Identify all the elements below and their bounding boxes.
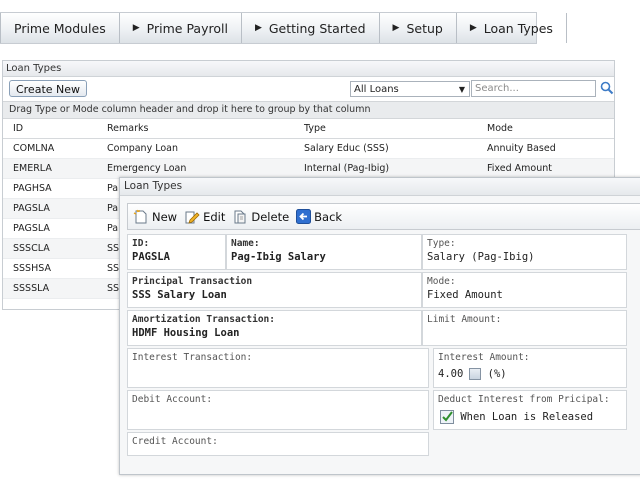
- interest-amount-field: Interest Amount: 4.00 (%): [433, 348, 627, 388]
- nav-label: Prime Payroll: [146, 20, 228, 36]
- cell-id: COMLNA: [3, 138, 97, 159]
- mode-value: Fixed Amount: [427, 289, 503, 301]
- cell-id: SSSHSA: [3, 258, 97, 279]
- list-window-title: Loan Types: [3, 61, 614, 77]
- back-label: Back: [314, 209, 343, 224]
- interest-transaction-label: Interest Transaction:: [132, 352, 253, 363]
- detail-window-title: Loan Types: [120, 178, 640, 196]
- type-value: Salary (Pag-Ibig): [427, 251, 535, 263]
- principal-transaction-field: Principal Transaction SSS Salary Loan: [127, 272, 422, 308]
- credit-account-label: Credit Account:: [132, 436, 218, 447]
- edit-icon: [185, 211, 200, 224]
- amortization-label: Amortization Transaction:: [132, 314, 275, 325]
- back-arrow-icon: [296, 209, 312, 224]
- edit-label: Edit: [203, 209, 226, 224]
- cell-id: EMERLA: [3, 158, 97, 179]
- column-header-remarks[interactable]: Remarks: [97, 119, 294, 139]
- mode-label: Mode:: [427, 276, 456, 287]
- amortization-value: HDMF Housing Loan: [132, 327, 240, 339]
- id-value: PAGSLA: [132, 251, 170, 263]
- percent-label: (%): [487, 368, 507, 380]
- delete-label: Delete: [251, 209, 290, 224]
- column-header-id[interactable]: ID: [3, 119, 97, 139]
- arrow-right-icon: ▶: [254, 23, 262, 33]
- interest-amount-value: 4.00: [438, 368, 464, 380]
- search-icon[interactable]: [600, 81, 614, 95]
- deduct-interest-row: When Loan is Released: [438, 410, 626, 424]
- column-header-type[interactable]: Type: [294, 119, 477, 139]
- column-header-mode[interactable]: Mode: [477, 119, 614, 139]
- chevron-down-icon: ▼: [458, 85, 465, 94]
- id-field: ID: PAGSLA: [127, 234, 226, 270]
- create-new-button[interactable]: Create New: [9, 80, 87, 97]
- new-icon: [133, 209, 147, 223]
- group-by-hint: Drag Type or Mode column header and drop…: [3, 101, 614, 119]
- cell-id: PAGSLA: [3, 218, 97, 239]
- credit-account-field: Credit Account:: [127, 432, 429, 456]
- name-label: Name:: [231, 238, 260, 249]
- table-row[interactable]: EMERLA Emergency Loan Internal (Pag-Ibig…: [3, 158, 614, 179]
- nav-label: Setup: [406, 20, 443, 36]
- type-label: Type:: [427, 238, 456, 249]
- loan-type-detail-window: Loan Types New Edit Delete Back ID: PAGS…: [119, 177, 640, 475]
- edit-button[interactable]: Edit: [184, 209, 225, 225]
- filter-value: All Loans: [354, 84, 399, 95]
- nav-loan-types[interactable]: ▶ Loan Types: [457, 13, 567, 43]
- cell-mode: Annuity Based: [477, 138, 614, 159]
- search-input[interactable]: Search...: [471, 80, 596, 97]
- nav-getting-started[interactable]: ▶ Getting Started: [242, 13, 380, 43]
- cell-id: PAGHSA: [3, 178, 97, 199]
- principal-value: SSS Salary Loan: [132, 289, 227, 301]
- interest-transaction-field: Interest Transaction:: [127, 348, 429, 388]
- cell-remarks: Company Loan: [97, 138, 294, 159]
- cell-id: SSSCLA: [3, 238, 97, 259]
- deduct-interest-value: When Loan is Released: [460, 411, 594, 423]
- interest-amount-label: Interest Amount:: [438, 352, 530, 363]
- nav-label: Prime Modules: [14, 20, 106, 36]
- cell-type: Salary Educ (SSS): [294, 138, 477, 159]
- id-label: ID:: [132, 238, 150, 249]
- cell-id: SSSSLA: [3, 278, 97, 299]
- limit-amount-label: Limit Amount:: [427, 314, 502, 325]
- cell-mode: Fixed Amount: [477, 158, 614, 179]
- limit-amount-field: Limit Amount:: [422, 310, 627, 346]
- table-header-row: ID Remarks Type Mode: [3, 119, 614, 139]
- cell-type: Internal (Pag-Ibig): [294, 158, 477, 179]
- back-button[interactable]: Back: [296, 209, 342, 224]
- arrow-right-icon: ▶: [469, 23, 477, 33]
- name-field: Name: Pag-Ibig Salary: [226, 234, 422, 270]
- type-field: Type: Salary (Pag-Ibig): [422, 234, 627, 270]
- nav-prime-modules[interactable]: Prime Modules: [1, 13, 120, 43]
- new-button[interactable]: New: [133, 209, 177, 225]
- percent-checkbox[interactable]: [469, 368, 482, 380]
- deduct-interest-field: Deduct Interest from Pricipal: When Loan…: [433, 390, 627, 430]
- delete-button[interactable]: Delete: [232, 209, 289, 225]
- new-label: New: [152, 209, 178, 224]
- checked-checkbox-icon[interactable]: [440, 410, 454, 424]
- nav-label: Loan Types: [483, 20, 553, 36]
- table-row[interactable]: COMLNA Company Loan Salary Educ (SSS) An…: [3, 138, 614, 159]
- principal-label: Principal Transaction: [132, 276, 253, 287]
- name-value: Pag-Ibig Salary: [231, 251, 326, 263]
- nav-setup[interactable]: ▶ Setup: [380, 13, 457, 43]
- nav-label: Getting Started: [268, 20, 366, 36]
- mode-field: Mode: Fixed Amount: [422, 272, 627, 308]
- top-nav-bar: Prime Modules ▶ Prime Payroll ▶ Getting …: [0, 12, 567, 44]
- arrow-right-icon: ▶: [132, 23, 140, 33]
- cell-remarks: Emergency Loan: [97, 158, 294, 179]
- amortization-transaction-field: Amortization Transaction: HDMF Housing L…: [127, 310, 422, 346]
- cell-id: PAGSLA: [3, 198, 97, 219]
- deduct-interest-label: Deduct Interest from Pricipal:: [438, 394, 610, 405]
- nav-prime-payroll[interactable]: ▶ Prime Payroll: [120, 13, 242, 43]
- list-toolbar: Create New All Loans ▼ Search...: [3, 77, 614, 101]
- interest-amount-row: 4.00 (%): [438, 368, 626, 380]
- debit-account-field: Debit Account:: [127, 390, 429, 430]
- debit-account-label: Debit Account:: [132, 394, 213, 405]
- delete-icon: [234, 210, 246, 223]
- loan-filter-select[interactable]: All Loans ▼: [350, 81, 470, 97]
- detail-toolbar: New Edit Delete Back: [127, 203, 640, 230]
- arrow-right-icon: ▶: [392, 23, 400, 33]
